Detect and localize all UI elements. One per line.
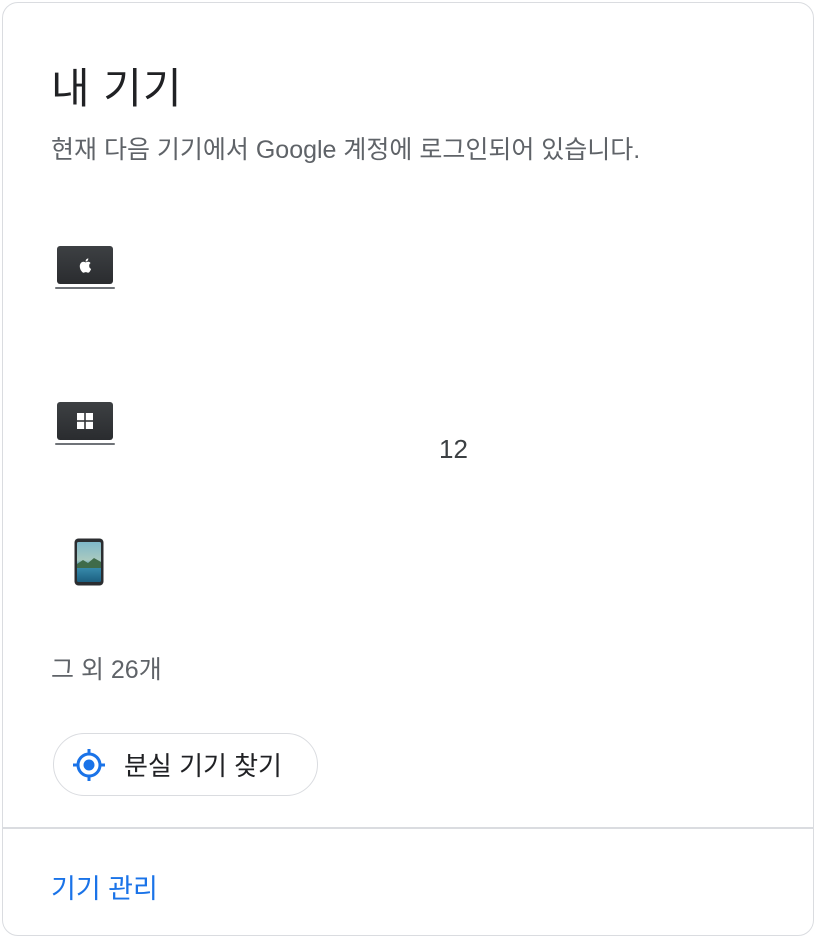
card-title: 내 기기	[51, 65, 183, 112]
android-phone-icon	[74, 538, 104, 586]
device-android-phone[interactable]	[74, 538, 104, 591]
location-target-icon	[73, 748, 105, 781]
manage-devices-link[interactable]: 기기 관리	[51, 867, 158, 906]
other-devices-count[interactable]: 그 외 26개	[51, 650, 162, 686]
my-devices-card: 내 기기 현재 다음 기기에서 Google 계정에 로그인되어 있습니다. 1…	[2, 2, 814, 936]
find-lost-device-button[interactable]: 분실 기기 찾기	[53, 733, 318, 796]
card-subtitle: 현재 다음 기기에서 Google 계정에 로그인되어 있습니다.	[51, 136, 641, 164]
windows-laptop-icon	[57, 402, 113, 440]
middle-number: 12	[439, 434, 468, 464]
windows-logo-icon	[77, 413, 93, 429]
card-divider	[3, 827, 813, 829]
mac-laptop-icon	[57, 246, 113, 284]
apple-logo-icon	[79, 258, 92, 273]
device-windows-laptop[interactable]	[55, 402, 115, 445]
device-mac-laptop[interactable]	[55, 246, 115, 289]
find-lost-device-label: 분실 기기 찾기	[124, 751, 282, 781]
